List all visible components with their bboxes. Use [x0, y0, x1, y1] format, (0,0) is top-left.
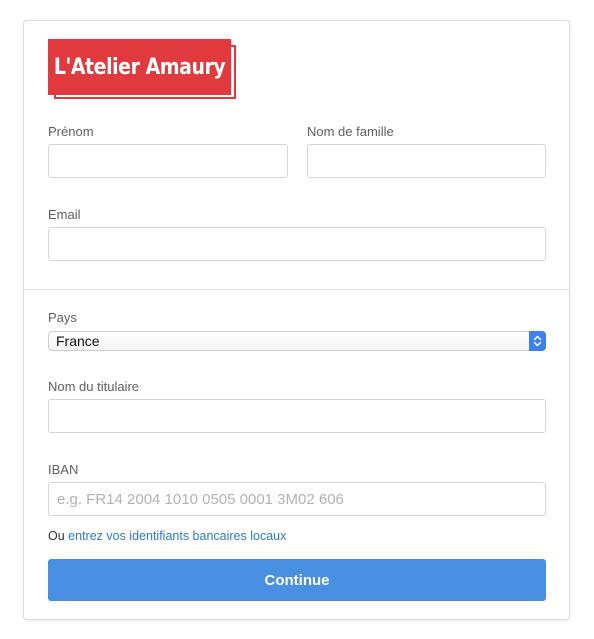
local-bank-link[interactable]: entrez vos identifiants bancaires locaux — [68, 529, 286, 543]
iban-label: IBAN — [48, 462, 79, 477]
local-bank-prefix: Ou — [48, 529, 65, 543]
country-selected-value: France — [56, 333, 100, 349]
iban-input[interactable] — [48, 482, 546, 516]
email-input[interactable] — [48, 227, 546, 261]
payment-form-card: L'Atelier Amaury Prénom Nom de famille E… — [23, 20, 570, 620]
last-name-input[interactable] — [307, 144, 546, 178]
email-label: Email — [48, 207, 81, 222]
holder-name-label: Nom du titulaire — [48, 379, 140, 394]
brand-logo: L'Atelier Amaury — [48, 39, 238, 101]
section-divider — [24, 289, 569, 290]
local-bank-line: Ou entrez vos identifiants bancaires loc… — [48, 529, 286, 543]
logo-text: L'Atelier Amaury — [48, 39, 232, 95]
first-name-label: Prénom — [48, 124, 94, 139]
first-name-input[interactable] — [48, 144, 288, 178]
select-updown-icon — [529, 331, 546, 351]
last-name-label: Nom de famille — [307, 124, 394, 139]
country-select[interactable]: France — [48, 331, 546, 351]
country-label: Pays — [48, 310, 77, 325]
holder-name-input[interactable] — [48, 399, 546, 433]
continue-button[interactable]: Continue — [48, 559, 546, 601]
